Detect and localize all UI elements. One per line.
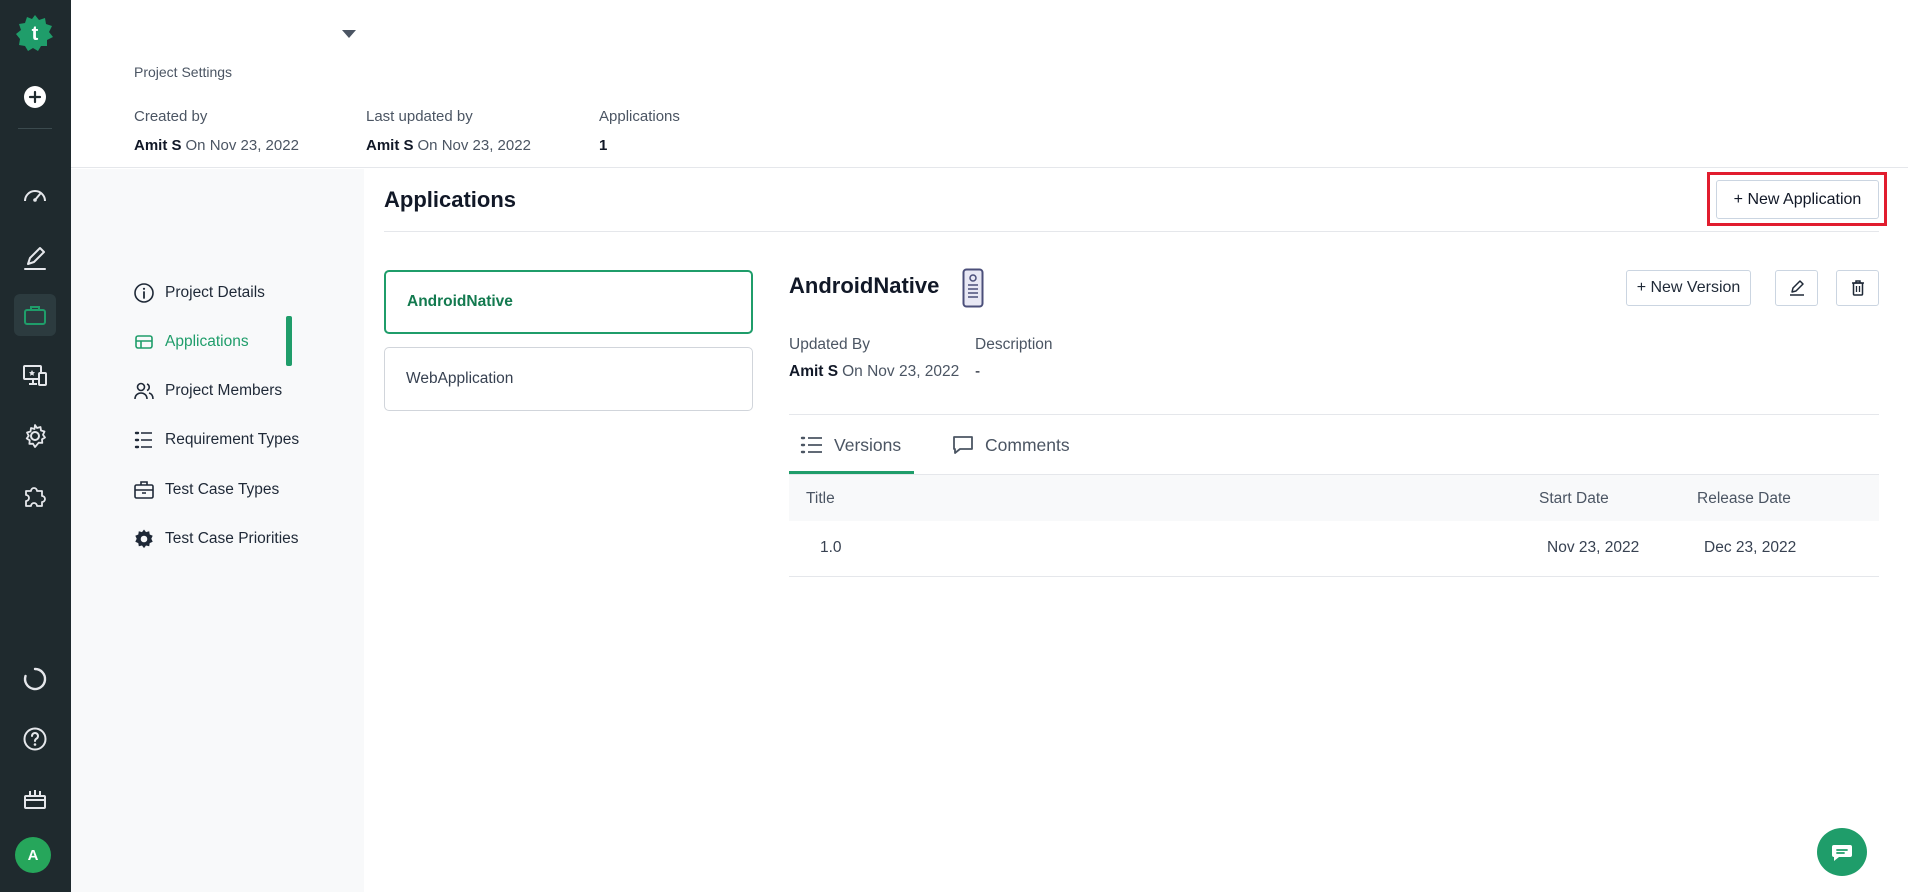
list-icon: [134, 431, 152, 449]
project-switcher-caret-icon[interactable]: [342, 30, 356, 38]
app-card-androidnative[interactable]: AndroidNative: [384, 270, 753, 334]
rail-requirements[interactable]: [14, 237, 56, 279]
rail-help[interactable]: [14, 718, 56, 760]
nav-item-project-details[interactable]: Project Details: [133, 280, 265, 306]
rail-whats-new[interactable]: [14, 778, 56, 820]
meta-created-user: Amit S: [134, 137, 182, 154]
version-row-start-date: Nov 23, 2022: [1547, 539, 1640, 556]
nav-item-label: Test Case Priorities: [165, 530, 299, 547]
tab-comments[interactable]: Comments: [951, 430, 1070, 460]
left-rail: t A: [0, 0, 71, 892]
monitor-device-icon: [23, 365, 47, 386]
rail-dashboard[interactable]: [14, 175, 56, 217]
brand-letter: t: [32, 23, 39, 45]
rail-divider: [18, 128, 52, 129]
column-header-title[interactable]: Title: [806, 490, 835, 508]
help-circle-icon: [23, 727, 47, 751]
tab-label: Versions: [834, 434, 902, 455]
create-button[interactable]: [14, 76, 56, 118]
pencil-icon: [24, 247, 46, 270]
updated-by-value: Amit S On Nov 23, 2022: [789, 363, 959, 381]
gear-icon: [135, 529, 153, 549]
meta-updated: Last updated by Amit S On Nov 23, 2022: [366, 108, 531, 154]
nav-item-label: Requirement Types: [165, 431, 300, 448]
app-card-label: AndroidNative: [407, 293, 513, 310]
nav-item-label: Test Case Types: [165, 481, 280, 498]
new-version-button[interactable]: + New Version: [1626, 270, 1751, 306]
gear-icon: [25, 424, 46, 448]
plus-circle-icon: [24, 86, 46, 108]
rail-settings[interactable]: [14, 415, 56, 457]
chat-bubble-icon: [1832, 845, 1852, 861]
rail-activity[interactable]: [14, 658, 56, 700]
updated-by-label: Updated By: [789, 336, 870, 353]
app-detail-title: AndroidNative: [789, 273, 940, 298]
applications-icon: [135, 335, 153, 349]
updated-by-date: On Nov 23, 2022: [842, 363, 960, 380]
meta-created-label: Created by: [134, 108, 208, 125]
app-card-webapplication[interactable]: WebApplication: [384, 347, 753, 411]
title-divider: [384, 231, 1879, 232]
nav-item-test-case-priorities[interactable]: Test Case Priorities: [133, 526, 299, 552]
meta-created-date: On Nov 23, 2022: [185, 137, 299, 154]
edit-application-button[interactable]: [1775, 270, 1818, 306]
meta-applications: Applications 1: [599, 108, 680, 154]
description-label: Description: [975, 336, 1053, 353]
loading-ring-icon: [23, 667, 47, 691]
column-header-release-date[interactable]: Release Date: [1697, 490, 1791, 508]
rail-projects[interactable]: [14, 294, 56, 336]
rail-addons[interactable]: [14, 475, 56, 517]
meta-applications-count: 1: [599, 137, 608, 154]
meta-updated-date: On Nov 23, 2022: [417, 137, 531, 154]
nav-item-test-case-types[interactable]: Test Case Types: [133, 477, 279, 503]
user-avatar[interactable]: A: [15, 837, 51, 873]
tabs-divider-top: [789, 414, 1879, 415]
delete-application-button[interactable]: [1836, 270, 1879, 306]
mobile-phone-icon: [962, 268, 984, 308]
trash-icon: [1851, 280, 1864, 296]
rail-test-runs[interactable]: [14, 355, 56, 397]
chat-support-button[interactable]: [1817, 828, 1867, 876]
briefcase-icon: [24, 306, 46, 325]
nav-item-applications[interactable]: Applications: [133, 329, 249, 355]
page-title: Applications: [384, 187, 517, 212]
description-value: -: [975, 363, 981, 380]
briefcase-icon: [134, 481, 154, 499]
meta-applications-label: Applications: [599, 108, 680, 125]
meta-updated-user: Amit S: [366, 137, 414, 154]
new-application-button[interactable]: + New Application: [1716, 180, 1879, 219]
nav-item-label: Project Details: [165, 284, 265, 301]
pencil-icon: [1789, 280, 1804, 296]
nav-item-label: Applications: [165, 333, 249, 350]
nav-item-label: Project Members: [165, 382, 283, 399]
nav-active-indicator: [286, 316, 292, 366]
breadcrumb: Project Settings: [134, 64, 233, 80]
tab-versions[interactable]: Versions: [800, 430, 901, 460]
comment-icon: [953, 436, 973, 454]
nav-item-requirement-types[interactable]: Requirement Types: [133, 427, 299, 453]
members-icon: [134, 382, 154, 400]
brand-logo-icon[interactable]: t: [16, 14, 54, 52]
dashboard-gauge-icon: [24, 190, 46, 202]
app-card-label: WebApplication: [406, 370, 514, 387]
puzzle-icon: [25, 487, 46, 507]
gift-box-icon: [24, 790, 46, 809]
column-header-start-date[interactable]: Start Date: [1539, 490, 1609, 508]
settings-nav: Project Details Applications Project Mem…: [71, 169, 364, 892]
tab-label: Comments: [985, 434, 1070, 455]
meta-updated-label: Last updated by: [366, 108, 473, 125]
meta-created: Created by Amit S On Nov 23, 2022: [134, 108, 299, 154]
project-header: Project Settings Created by Amit S On Nov…: [71, 0, 1908, 168]
info-icon: [134, 283, 154, 303]
version-row-release-date: Dec 23, 2022: [1704, 539, 1797, 556]
version-row-title[interactable]: 1.0: [820, 539, 842, 557]
list-icon: [800, 436, 822, 454]
nav-item-project-members[interactable]: Project Members: [133, 378, 282, 404]
table-row-divider: [789, 576, 1879, 577]
updated-by-user: Amit S: [789, 363, 839, 380]
